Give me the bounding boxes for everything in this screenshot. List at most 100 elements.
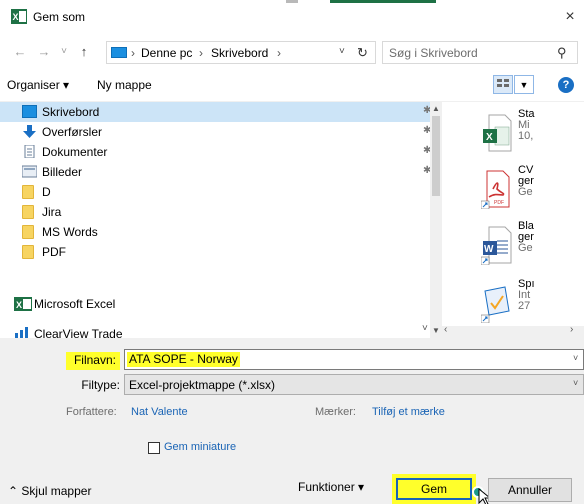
chevron-down-icon[interactable]: ˅ (339, 46, 345, 57)
title-bar: X Gem som × (0, 0, 584, 36)
sidebar-item-label: Jira (42, 205, 62, 219)
breadcrumb-desktop[interactable]: Skrivebord (211, 46, 268, 60)
view-dropdown-icon[interactable]: ▼ (514, 75, 534, 94)
scroll-down-icon[interactable]: ▼ (430, 324, 442, 338)
sidebar-item-d[interactable]: D (0, 182, 430, 202)
folder-icon (22, 205, 34, 219)
excel-file-icon: X (483, 114, 512, 152)
search-box[interactable]: ⚲ (382, 41, 578, 64)
address-bar[interactable]: › Denne pc › Skrivebord › ˅ ↻ (106, 41, 376, 64)
search-icon[interactable]: ⚲ (557, 45, 567, 61)
forward-arrow-icon[interactable]: → (36, 44, 52, 60)
sidebar-item-pictures[interactable]: Billeder ✱ (0, 162, 431, 182)
scroll-right-icon[interactable]: › (570, 324, 573, 335)
authors-label: Forfattere: (66, 406, 117, 418)
sidebar-item-downloads[interactable]: Overførsler ✱ (0, 122, 431, 142)
save-form: Filnavn: ATA SOPE - Norway ˅ Filtype: Ex… (0, 338, 584, 504)
caret-down-icon: ▾ (358, 480, 365, 494)
sidebar-item-label: PDF (42, 245, 66, 259)
file-item[interactable]: PDF CV ger Ge (460, 164, 584, 220)
save-button[interactable]: Gem (396, 478, 472, 500)
filename-label: Filnavn: (66, 352, 120, 370)
sidebar-item-label: D (42, 185, 51, 199)
sidebar-item-jira[interactable]: Jira (0, 202, 430, 222)
sidebar-item-label: Dokumenter (42, 145, 108, 159)
sidebar-item-desktop[interactable]: Skrivebord ✱ (0, 102, 431, 122)
file-text: Sta Mi 10, (518, 108, 535, 142)
navigation-pane: Skrivebord ✱ Overførsler ✱ Dokumenter ✱ … (0, 102, 442, 338)
back-arrow-icon[interactable]: ← (12, 44, 28, 60)
file-item[interactable]: W Bla ger Ge (460, 220, 584, 276)
file-text: Spı Int 27 (518, 278, 535, 312)
chevron-up-icon: ⌃ (8, 484, 19, 498)
svg-text:W: W (484, 244, 494, 255)
sidebar-item-ms-words[interactable]: MS Words (0, 222, 430, 242)
navigation-bar: ← → ˅ ↑ › Denne pc › Skrivebord › ˅ ↻ ⚲ (0, 36, 584, 68)
scroll-left-icon[interactable]: ‹ (444, 324, 447, 335)
scroll-up-icon[interactable]: ▲ (430, 102, 442, 116)
pictures-icon (22, 165, 37, 178)
folder-icon (22, 245, 34, 259)
tools-button[interactable]: Funktioner ▾ (298, 480, 364, 494)
command-bar: Organiser ▾ Ny mappe ▼ ? (0, 68, 584, 102)
app-icon (15, 327, 28, 338)
taskbar-strip (0, 0, 584, 3)
word-file-icon: W (481, 226, 512, 265)
excel-app-icon: X (11, 9, 27, 24)
filetype-label: Filtype: (81, 378, 120, 392)
filename-value[interactable]: ATA SOPE - Norway (127, 352, 240, 367)
sidebar-item-documents[interactable]: Dokumenter ✱ (0, 142, 431, 162)
file-list: X StaMi10, PDF CVgerGe W BlagerGe (460, 102, 584, 338)
breadcrumb-this-pc[interactable]: Denne pc (141, 46, 192, 60)
cancel-button[interactable]: Annuller (488, 478, 572, 502)
breadcrumb-separator[interactable]: › (131, 46, 135, 60)
thumbnail-checkbox[interactable] (148, 442, 160, 454)
refresh-icon[interactable]: ↻ (357, 45, 368, 61)
thumbnail-label[interactable]: Gem miniature (164, 441, 236, 453)
filename-field[interactable]: ATA SOPE - Norway ˅ (124, 349, 584, 370)
view-options-icon[interactable] (493, 75, 513, 94)
this-pc-icon (111, 47, 127, 58)
organize-button[interactable]: Organiser ▾ (7, 78, 69, 92)
file-item[interactable]: X Sta Mi 10, (460, 108, 584, 164)
file-list-horizontal-scrollbar[interactable]: ˅ ‹ › (422, 323, 584, 338)
file-text: Bla ger Ge (518, 220, 534, 254)
filetype-value: Excel-projektmappe (*.xlsx) (129, 378, 276, 392)
svg-text:X: X (486, 132, 493, 143)
sidebar-item-label: Billeder (42, 165, 83, 179)
up-arrow-icon[interactable]: ↑ (76, 44, 92, 60)
pdf-file-icon: PDF (481, 170, 510, 209)
svg-text:X: X (16, 300, 22, 310)
breadcrumb-separator[interactable]: › (199, 46, 203, 60)
sidebar-item-pdf[interactable]: PDF (0, 242, 430, 262)
help-icon[interactable]: ? (558, 77, 574, 93)
save-button-highlight: Gem (392, 474, 476, 504)
recent-locations-icon[interactable]: ˅ (56, 44, 72, 60)
filetype-select[interactable]: Excel-projektmappe (*.xlsx) ˅ (124, 374, 584, 395)
nav-pane-scrollbar[interactable]: ▲ ▼ (430, 102, 442, 338)
chevron-down-icon[interactable]: ˅ (573, 378, 578, 388)
breadcrumb-separator[interactable]: › (277, 46, 281, 60)
authors-field[interactable]: Nat Valente (131, 406, 188, 418)
project-file-icon (481, 286, 510, 323)
close-icon[interactable]: × (560, 6, 580, 28)
desktop-icon (22, 105, 37, 118)
hide-folders-button[interactable]: ⌃ Skjul mapper (8, 484, 91, 498)
sidebar-item-label: Microsoft Excel (34, 297, 116, 311)
sidebar-item-label: Overførsler (42, 125, 102, 139)
chevron-down-icon[interactable]: ˅ (422, 323, 428, 334)
sidebar-item-clearview-trade[interactable]: ClearView Trade (0, 324, 430, 338)
folder-icon (22, 225, 34, 239)
sidebar-item-label: ClearView Trade (34, 327, 123, 338)
window-title: Gem som (33, 10, 86, 24)
chevron-down-icon[interactable]: ˅ (573, 353, 578, 363)
scrollbar-thumb[interactable] (432, 116, 440, 196)
search-input[interactable] (389, 44, 549, 61)
folder-icon (22, 185, 34, 199)
sidebar-item-label: MS Words (42, 225, 98, 239)
svg-text:PDF: PDF (494, 200, 504, 206)
sidebar-item-microsoft-excel[interactable]: X Microsoft Excel (0, 294, 430, 314)
new-folder-button[interactable]: Ny mappe (97, 78, 152, 92)
tags-field[interactable]: Tilføj et mærke (372, 406, 445, 418)
excel-icon: X (14, 297, 32, 311)
